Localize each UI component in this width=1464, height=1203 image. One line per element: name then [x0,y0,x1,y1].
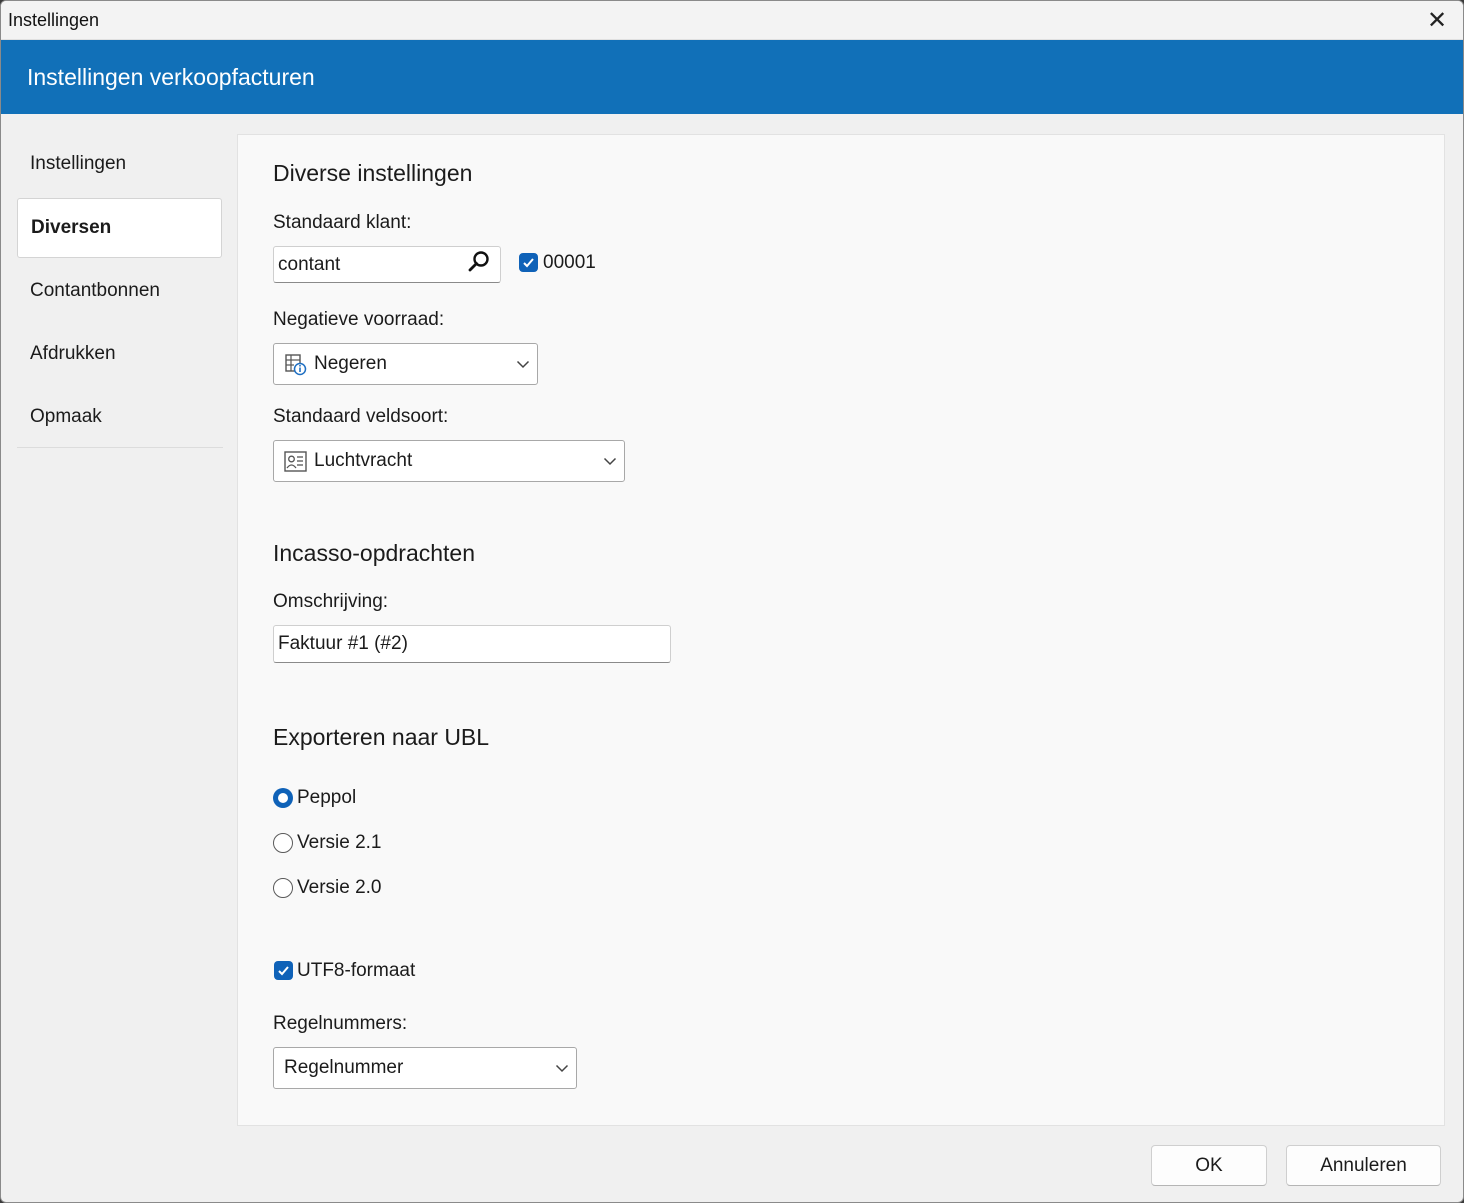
header-banner: Instellingen verkoopfacturen [1,40,1463,114]
section-title-ubl: Exporteren naar UBL [273,724,490,750]
checkmark-icon [278,966,289,976]
negatieve-voorraad-select[interactable]: Negeren [273,343,538,385]
veldsoort-select[interactable]: Luchtvracht [273,440,625,482]
standaard-klant-value: contant [278,253,341,275]
omschrijving-value: Faktuur #1 (#2) [278,633,408,654]
close-icon: ✕ [1426,7,1448,34]
regelnummers-select[interactable]: Regelnummer [273,1047,577,1089]
chevron-down-icon [603,457,617,466]
utf8-checkbox[interactable] [274,961,293,980]
sidebar-item-afdrukken[interactable]: Afdrukken [17,324,222,384]
negatieve-voorraad-value: Negeren [314,353,387,374]
section-title-diverse: Diverse instellingen [273,160,473,186]
sidebar-item-label: Afdrukken [30,343,116,364]
klant-code-label: 00001 [543,252,596,273]
negatieve-voorraad-label: Negatieve voorraad: [273,309,445,330]
utf8-label: UTF8-formaat [297,960,416,981]
sidebar-item-instellingen[interactable]: Instellingen [17,134,222,194]
ok-button[interactable]: OK [1151,1145,1267,1186]
stock-info-icon [285,354,307,376]
sidebar-nav: Instellingen Diversen Contantbonnen Afdr… [17,134,223,448]
klant-code-checkbox[interactable] [519,253,538,272]
section-title-incasso: Incasso-opdrachten [273,540,476,566]
radio-peppol[interactable] [273,788,293,808]
search-icon[interactable] [466,249,492,275]
settings-panel: Diverse instellingen Standaard klant: co… [237,134,1445,1126]
page-title: Instellingen verkoopfacturen [27,64,315,90]
checkmark-icon [523,258,534,268]
radio-versie-2-0-label: Versie 2.0 [297,877,382,898]
radio-versie-2-0[interactable] [273,878,293,898]
veldsoort-value: Luchtvracht [314,450,413,471]
sidebar-item-label: Opmaak [30,406,102,427]
sidebar-item-contantbonnen[interactable]: Contantbonnen [17,261,222,321]
window-title: Instellingen [8,10,100,30]
radio-peppol-label: Peppol [297,787,357,808]
radio-versie-2-1[interactable] [273,833,293,853]
contact-card-icon [284,451,307,472]
radio-versie-2-1-label: Versie 2.1 [297,832,382,853]
close-button[interactable]: ✕ [1411,1,1463,40]
omschrijving-input[interactable]: Faktuur #1 (#2) [273,625,671,663]
veldsoort-label: Standaard veldsoort: [273,406,449,427]
sidebar-item-label: Contantbonnen [30,280,160,301]
chevron-down-icon [516,360,530,369]
standaard-klant-label: Standaard klant: [273,212,412,233]
sidebar-item-label: Diversen [31,217,112,238]
title-bar: Instellingen ✕ [1,1,1463,40]
chevron-down-icon [555,1064,569,1073]
sidebar-item-diversen[interactable]: Diversen [17,198,222,258]
sidebar-item-opmaak[interactable]: Opmaak [17,387,222,447]
cancel-button[interactable]: Annuleren [1286,1145,1441,1186]
omschrijving-label: Omschrijving: [273,591,389,612]
regelnummers-value: Regelnummer [284,1057,404,1078]
sidebar-item-label: Instellingen [30,153,127,174]
regelnummers-label: Regelnummers: [273,1013,408,1034]
standaard-klant-input[interactable]: contant [273,246,501,283]
settings-window: Instellingen ✕ Instellingen verkoopfactu… [0,0,1464,1203]
